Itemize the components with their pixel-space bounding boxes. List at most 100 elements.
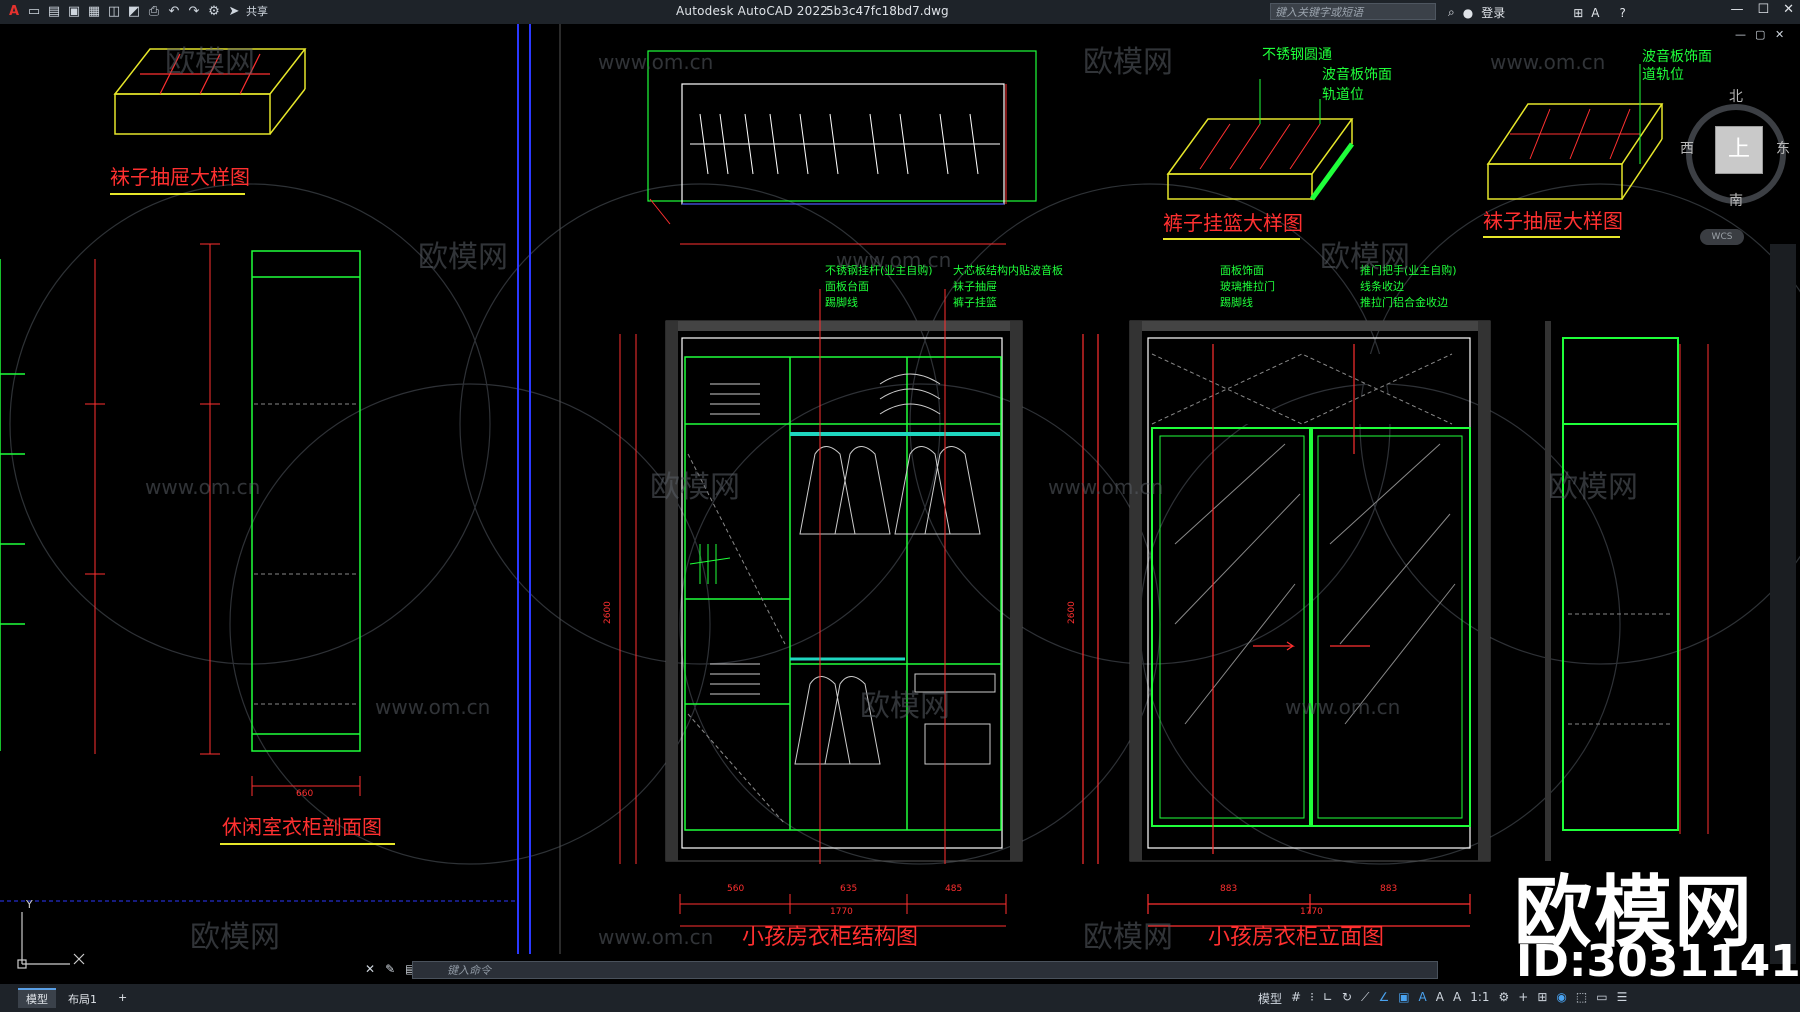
ortho-icon[interactable]: ∟ xyxy=(1323,990,1333,1007)
viewport-close-icon[interactable]: ✕ xyxy=(1775,28,1784,41)
anno-pants-basket-1: 波音板饰面 xyxy=(1322,66,1392,83)
watermark-url: www.om.cn xyxy=(1285,695,1400,719)
watermark-url: www.om.cn xyxy=(1490,50,1605,74)
object-snap-icon[interactable]: ▣ xyxy=(1398,990,1409,1007)
autodesk-app-icon[interactable]: A xyxy=(1591,6,1599,20)
open-web-icon[interactable]: ◫ xyxy=(106,4,122,19)
title-sock-drawer-left: 袜子抽屉大样图 xyxy=(110,165,250,189)
minimize-icon[interactable]: — xyxy=(1730,2,1743,17)
tab-layout1[interactable]: 布局1 xyxy=(60,990,105,1008)
workspace-switch-icon[interactable]: ⚙ xyxy=(1499,990,1510,1007)
workspace-icon[interactable]: ⚙ xyxy=(206,4,222,19)
compass-west[interactable]: 西 xyxy=(1680,138,1694,158)
command-line-controls: ✕ ✎ ▤ xyxy=(365,962,416,976)
compass-east[interactable]: 东 xyxy=(1776,138,1790,158)
watermark-name: 欧模网 xyxy=(1083,920,1173,955)
quick-access-toolbar: A ▭ ▤ ▣ ▦ ◫ ◩ ⎙ ↶ ↷ ⚙ ➤ 共享 xyxy=(6,3,268,19)
anno-elev-left-2: 踢脚线 xyxy=(1220,295,1253,309)
dim-structure-w3: 485 xyxy=(945,884,962,894)
snap-icon[interactable]: ⁝ xyxy=(1310,990,1314,1007)
watermark-name: 欧模网 xyxy=(860,689,950,724)
watermark-name: 欧模网 xyxy=(1548,470,1638,505)
help-icon[interactable]: ? xyxy=(1620,6,1626,20)
dim-leisure-width: 660 xyxy=(296,789,313,799)
dim-elev-w2: 883 xyxy=(1380,884,1397,894)
anno-pants-basket-0: 不锈钢圆通 xyxy=(1262,47,1332,63)
dim-structure-total: 1770 xyxy=(830,907,853,917)
hardware-acceleration-icon[interactable]: ⬚ xyxy=(1576,990,1587,1007)
customize-status-icon[interactable]: ☰ xyxy=(1617,990,1628,1007)
share-label[interactable]: 共享 xyxy=(246,3,268,19)
object-snap-tracking-icon[interactable]: ∠ xyxy=(1378,990,1389,1007)
watermark-name: 欧模网 xyxy=(650,470,740,505)
app-title: Autodesk AutoCAD 2022 xyxy=(676,4,829,18)
title-pants-basket: 裤子挂篮大样图 xyxy=(1163,211,1303,235)
watermark-url: www.om.cn xyxy=(598,50,713,74)
open-file-icon[interactable]: ▤ xyxy=(46,4,62,19)
dim-structure-w1: 560 xyxy=(727,884,744,894)
status-tools: 模型 # ⁝ ∟ ↻ ⟋ ∠ ▣ A A A 1:1 ⚙ + ⊞ ◉ ⬚ ▭ ☰ xyxy=(1258,990,1627,1007)
cart-icon[interactable]: ⊞ xyxy=(1573,6,1583,20)
plot-icon[interactable]: ⎙ xyxy=(146,4,162,19)
login-button[interactable]: 登录 xyxy=(1481,4,1505,21)
annotation-visibility-icon[interactable]: A xyxy=(1419,990,1427,1007)
dim-structure-height: 2600 xyxy=(603,601,613,624)
compass-south[interactable]: 南 xyxy=(1729,190,1743,210)
dim-structure-w2: 635 xyxy=(840,884,857,894)
anno-structure-left-2: 踢脚线 xyxy=(825,295,858,309)
watermark-url: www.om.cn xyxy=(145,475,260,499)
view-cube[interactable]: 上 北 南 东 西 xyxy=(1676,89,1796,214)
close-command-icon[interactable]: ✕ xyxy=(365,962,375,976)
viewport-minimize-icon[interactable]: — xyxy=(1735,28,1746,41)
anno-structure-right-0: 大芯板结构内贴波音板 xyxy=(953,263,1063,277)
anno-structure-left-1: 面板台面 xyxy=(825,279,869,293)
search-icon[interactable]: ⌕ xyxy=(1448,5,1455,20)
model-space-button[interactable]: 模型 xyxy=(1258,990,1282,1007)
autoscale-icon[interactable]: A xyxy=(1436,990,1444,1007)
command-input[interactable]: 键入命令 xyxy=(412,961,1438,979)
tab-model[interactable]: 模型 xyxy=(18,988,56,1008)
watermark-url: www.om.cn xyxy=(836,248,951,272)
units-icon[interactable]: ⊞ xyxy=(1537,990,1547,1007)
maximize-icon[interactable]: ☐ xyxy=(1757,2,1769,17)
close-icon[interactable]: ✕ xyxy=(1783,2,1794,17)
customize-icon[interactable]: ✎ xyxy=(385,962,395,976)
redo-icon[interactable]: ↷ xyxy=(186,4,202,19)
new-file-icon[interactable]: ▭ xyxy=(26,4,42,19)
title-leisure-section: 休闲室衣柜剖面图 xyxy=(222,815,382,839)
clean-screen-icon[interactable]: ▭ xyxy=(1596,990,1607,1007)
annotation-scale-icon[interactable]: A xyxy=(1453,990,1461,1007)
save-icon[interactable]: ▣ xyxy=(66,4,82,19)
polar-icon[interactable]: ↻ xyxy=(1342,990,1352,1007)
title-kids-structure: 小孩房衣柜结构图 xyxy=(742,925,918,950)
watermark-url: www.om.cn xyxy=(375,695,490,719)
save-web-icon[interactable]: ◩ xyxy=(126,4,142,19)
grid-icon[interactable]: # xyxy=(1291,990,1301,1007)
search-input[interactable]: 键入关键字或短语 xyxy=(1270,3,1436,20)
save-as-icon[interactable]: ▦ xyxy=(86,4,102,19)
anno-sock-right-0: 波音板饰面 xyxy=(1642,48,1712,65)
annotation-scale-value[interactable]: 1:1 xyxy=(1470,990,1489,1007)
title-bar: A ▭ ▤ ▣ ▦ ◫ ◩ ⎙ ↶ ↷ ⚙ ➤ 共享 Autodesk Auto… xyxy=(0,0,1800,24)
drawing-canvas[interactable]: 袜子抽屉大样图 660 休闲室衣柜剖面图 560 635 485 1770 26… xyxy=(0,24,1800,987)
autocad-logo-icon[interactable]: A xyxy=(6,4,22,19)
status-bar: 模型 布局1 + 模型 # ⁝ ∟ ↻ ⟋ ∠ ▣ A A A 1:1 ⚙ + … xyxy=(0,984,1800,1012)
user-icon[interactable]: ● xyxy=(1463,6,1473,20)
anno-elev-right-2: 推拉门铝合金收边 xyxy=(1360,295,1448,309)
isolate-objects-icon[interactable]: ◉ xyxy=(1556,990,1566,1007)
cad-drawing: 袜子抽屉大样图 660 休闲室衣柜剖面图 560 635 485 1770 26… xyxy=(0,24,1800,969)
watermark-url: www.om.cn xyxy=(598,925,713,949)
isodraft-icon[interactable]: ⟋ xyxy=(1361,990,1369,1007)
add-layout-icon[interactable]: + xyxy=(110,990,135,1005)
share-icon[interactable]: ➤ xyxy=(226,4,242,19)
file-name: 5b3c47fc18bd7.dwg xyxy=(826,4,949,18)
compass-north[interactable]: 北 xyxy=(1729,86,1743,106)
wcs-menu[interactable]: WCS xyxy=(1700,229,1744,245)
annotation-monitor-icon[interactable]: + xyxy=(1518,990,1528,1007)
anno-sock-right-1: 道轨位 xyxy=(1642,67,1684,83)
anno-elev-right-1: 线条收边 xyxy=(1360,279,1404,293)
undo-icon[interactable]: ↶ xyxy=(166,4,182,19)
viewport-restore-icon[interactable]: ▢ xyxy=(1755,28,1765,41)
view-cube-top-face[interactable]: 上 xyxy=(1715,126,1763,174)
title-kids-elevation: 小孩房衣柜立面图 xyxy=(1208,925,1384,950)
